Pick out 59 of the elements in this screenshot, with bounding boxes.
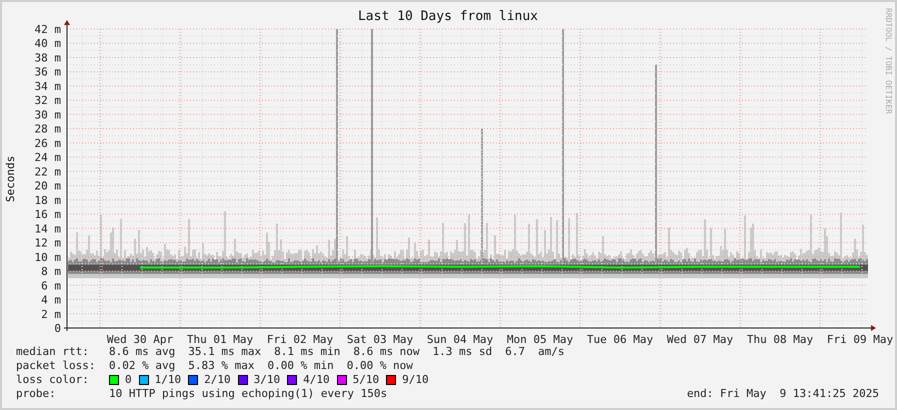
y-tick-label: 38 m	[34, 51, 61, 64]
legend-label: median rtt:	[16, 345, 90, 359]
x-tick-label: Wed 30 Apr	[106, 333, 174, 345]
y-tick-label: 0	[54, 322, 61, 335]
y-tick-label: 40 m	[34, 37, 61, 50]
x-tick-label: Wed 07 May	[666, 333, 734, 345]
legend-value: 1/10	[154, 373, 182, 387]
y-tick-label: 14 m	[34, 222, 61, 236]
legend-value: am/s	[538, 345, 565, 359]
x-tick-label: Sat 03 May	[346, 333, 414, 345]
x-tick-label: Tue 06 May	[586, 333, 654, 345]
x-tick-label: Sun 04 May	[426, 333, 494, 345]
x-tick-label: Thu 01 May	[186, 333, 254, 345]
y-tick-label: 20 m	[34, 180, 61, 193]
legend-value: 8.6 ms now	[353, 345, 420, 359]
legend-value: 0.00 % min	[267, 359, 334, 373]
legend-value: 4/10	[303, 373, 330, 387]
axis-title: Seconds	[4, 156, 17, 202]
y-tick-label: 10 m	[34, 250, 61, 264]
y-tick-label: 26 m	[34, 136, 61, 150]
legend-value: 2/10	[204, 373, 231, 387]
probe-text: 10 HTTP pings using echoping(1) every 150s	[109, 387, 388, 401]
y-tick-label: 42 m	[34, 23, 61, 36]
legend-value: 5/10	[352, 373, 380, 387]
legend-value: 9/10	[402, 373, 429, 387]
x-tick-label: Fri 02 May	[266, 333, 334, 345]
y-tick-label: 34 m	[34, 80, 61, 93]
legend-value: 5.83 % max	[188, 359, 254, 373]
y-tick-label: 12 m	[34, 236, 61, 250]
legend-value: 0	[125, 373, 132, 387]
x-tick-label: Mon 05 May	[506, 333, 574, 345]
legend-value: 0.02 % avg	[109, 359, 176, 373]
y-tick-label: 24 m	[34, 151, 61, 164]
legend-label: packet loss:	[16, 359, 96, 373]
x-tick-label: Fri 09 May	[826, 333, 894, 345]
y-tick-label: 28 m	[34, 122, 61, 136]
legend-value: 6.7	[505, 345, 526, 359]
y-tick-label: 18 m	[34, 194, 61, 207]
legend-value: 35.1 ms max	[188, 345, 262, 359]
y-tick-label: 32 m	[34, 94, 61, 108]
legend-value: 0.00 % now	[346, 359, 413, 373]
y-tick-label: 4 m	[41, 294, 61, 307]
legend-value: 1.3 ms sd	[432, 345, 492, 359]
y-tick-label: 2 m	[41, 308, 61, 321]
chart-title: Last 10 Days from linux	[358, 9, 538, 24]
credit-text: RRDTOOL / TOBI OETIKER	[884, 8, 893, 114]
legend-label: loss color:	[16, 373, 90, 387]
x-tick-label: Thu 08 May	[746, 333, 814, 345]
y-tick-label: 6 m	[41, 279, 61, 292]
y-tick-label: 16 m	[34, 208, 61, 222]
y-tick-label: 22 m	[34, 165, 61, 178]
legend-value: 8.6 ms avg	[109, 345, 176, 359]
y-tick-label: 8 m	[41, 265, 61, 278]
end-time: end: Fri May 9 13:41:25 2025	[686, 387, 879, 401]
legend-value: 3/10	[254, 373, 280, 387]
y-tick-label: 36 m	[34, 66, 61, 79]
legend-label: probe:	[16, 387, 57, 401]
legend-value: 8.1 ms min	[274, 345, 340, 359]
y-tick-label: 30 m	[34, 108, 61, 122]
